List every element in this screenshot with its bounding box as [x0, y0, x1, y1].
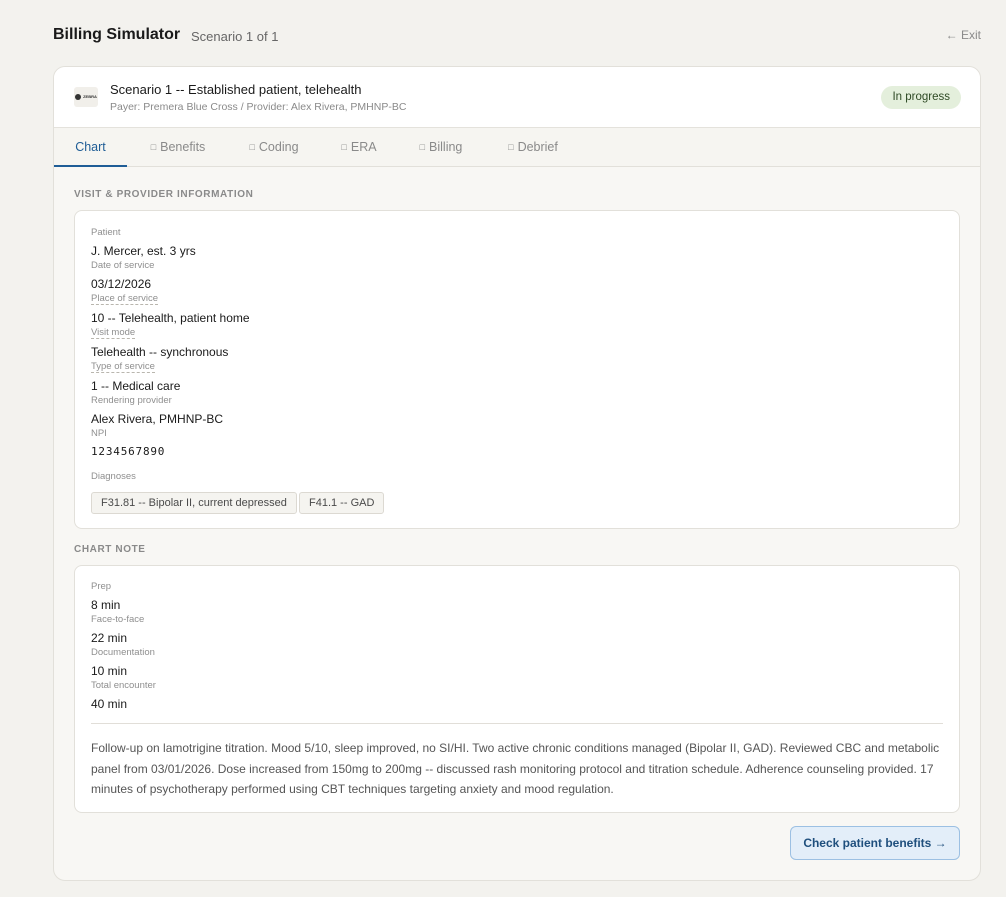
exit-link[interactable]: ← Exit [946, 28, 981, 42]
scenario-counter: Scenario 1 of 1 [191, 29, 279, 44]
payer-logo: ZEBRA [74, 87, 98, 107]
check-benefits-button[interactable]: Check patient benefits → [790, 826, 960, 860]
visit-mode-value: Telehealth -- synchronous [91, 345, 229, 359]
scenario-meta: Payer: Premera Blue Cross / Provider: Al… [110, 101, 407, 113]
scenario-card: ZEBRA Scenario 1 -- Established patient,… [53, 66, 981, 881]
tab-chart[interactable]: Chart [54, 128, 127, 167]
face-to-face-label: Face-to-face [91, 614, 145, 625]
tab-bar: Chart □ Benefits □ Coding □ ERA □ Billing □ D… [54, 128, 980, 167]
diagnosis-chip: F41.1 -- GAD [299, 492, 385, 514]
chart-note-panel: Prep 8 min Face-to-face 22 min Documenta… [74, 565, 960, 813]
total-encounter-value: 40 min [91, 697, 128, 711]
tab-benefits[interactable]: □ Benefits [147, 128, 209, 166]
chart-note-section-title: CHART NOTE [74, 544, 146, 555]
diagnosis-chip: F31.81 -- Bipolar II, current depressed [91, 492, 297, 514]
face-to-face-value: 22 min [91, 631, 128, 645]
patient-value: J. Mercer, est. 3 yrs [91, 244, 196, 258]
tab-label: Chart [75, 140, 106, 154]
documentation-value: 10 min [91, 664, 128, 678]
scenario-title: Scenario 1 -- Established patient, teleh… [110, 82, 362, 97]
prep-time-label: Prep [91, 581, 112, 592]
tab-debrief[interactable]: □ Debrief [504, 128, 562, 166]
logo-text: ZEBRA [83, 94, 97, 99]
tab-label: Benefits [160, 140, 206, 154]
tab-label: Billing [429, 140, 463, 154]
date-of-service-label: Date of service [91, 260, 155, 271]
documentation-label: Documentation [91, 647, 155, 658]
type-of-service-value: 1 -- Medical care [91, 379, 181, 393]
rendering-provider-label: Rendering provider [91, 395, 172, 406]
logo-mark-icon [75, 94, 82, 100]
diagnoses-label: Diagnoses [91, 471, 136, 482]
tab-coding[interactable]: □ Coding [246, 128, 302, 166]
scenario-header: ZEBRA Scenario 1 -- Established patient,… [54, 67, 980, 128]
tab-label: Coding [258, 140, 299, 154]
npi-label: NPI [91, 428, 107, 439]
checkbox-icon: □ [419, 142, 426, 152]
checkbox-icon: □ [249, 142, 255, 152]
place-of-service-value: 10 -- Telehealth, patient home [91, 311, 250, 325]
total-encounter-label: Total encounter [91, 680, 156, 691]
tab-era[interactable]: □ ERA [340, 128, 378, 166]
npi-value: 1234567890 [91, 445, 166, 458]
checkbox-icon: □ [508, 142, 514, 152]
status-badge: In progress [881, 86, 961, 109]
checkbox-icon: □ [341, 142, 347, 152]
rendering-provider-value: Alex Rivera, PMHNP-BC [91, 412, 224, 426]
type-of-service-label[interactable]: Type of service [91, 361, 155, 373]
tab-label: Debrief [517, 140, 558, 154]
tab-billing[interactable]: □ Billing [416, 128, 466, 166]
top-bar: Billing Simulator Scenario 1 of 1 ← Exit [53, 26, 981, 48]
tab-label: ERA [350, 140, 377, 154]
visit-info-panel: Patient J. Mercer, est. 3 yrs Date of se… [74, 210, 960, 529]
chart-note-text: Follow-up on lamotrigine titration. Mood… [91, 741, 940, 796]
place-of-service-label[interactable]: Place of service [91, 293, 159, 305]
prep-time-value: 8 min [91, 598, 121, 612]
app-title: Billing Simulator [53, 26, 181, 43]
note-divider [91, 723, 943, 724]
visit-section-title: VISIT & PROVIDER INFORMATION [74, 189, 254, 200]
visit-mode-label[interactable]: Visit mode [91, 327, 136, 339]
date-of-service-value: 03/12/2026 [91, 277, 152, 291]
checkbox-icon: □ [150, 142, 157, 152]
patient-label: Patient [91, 227, 121, 238]
